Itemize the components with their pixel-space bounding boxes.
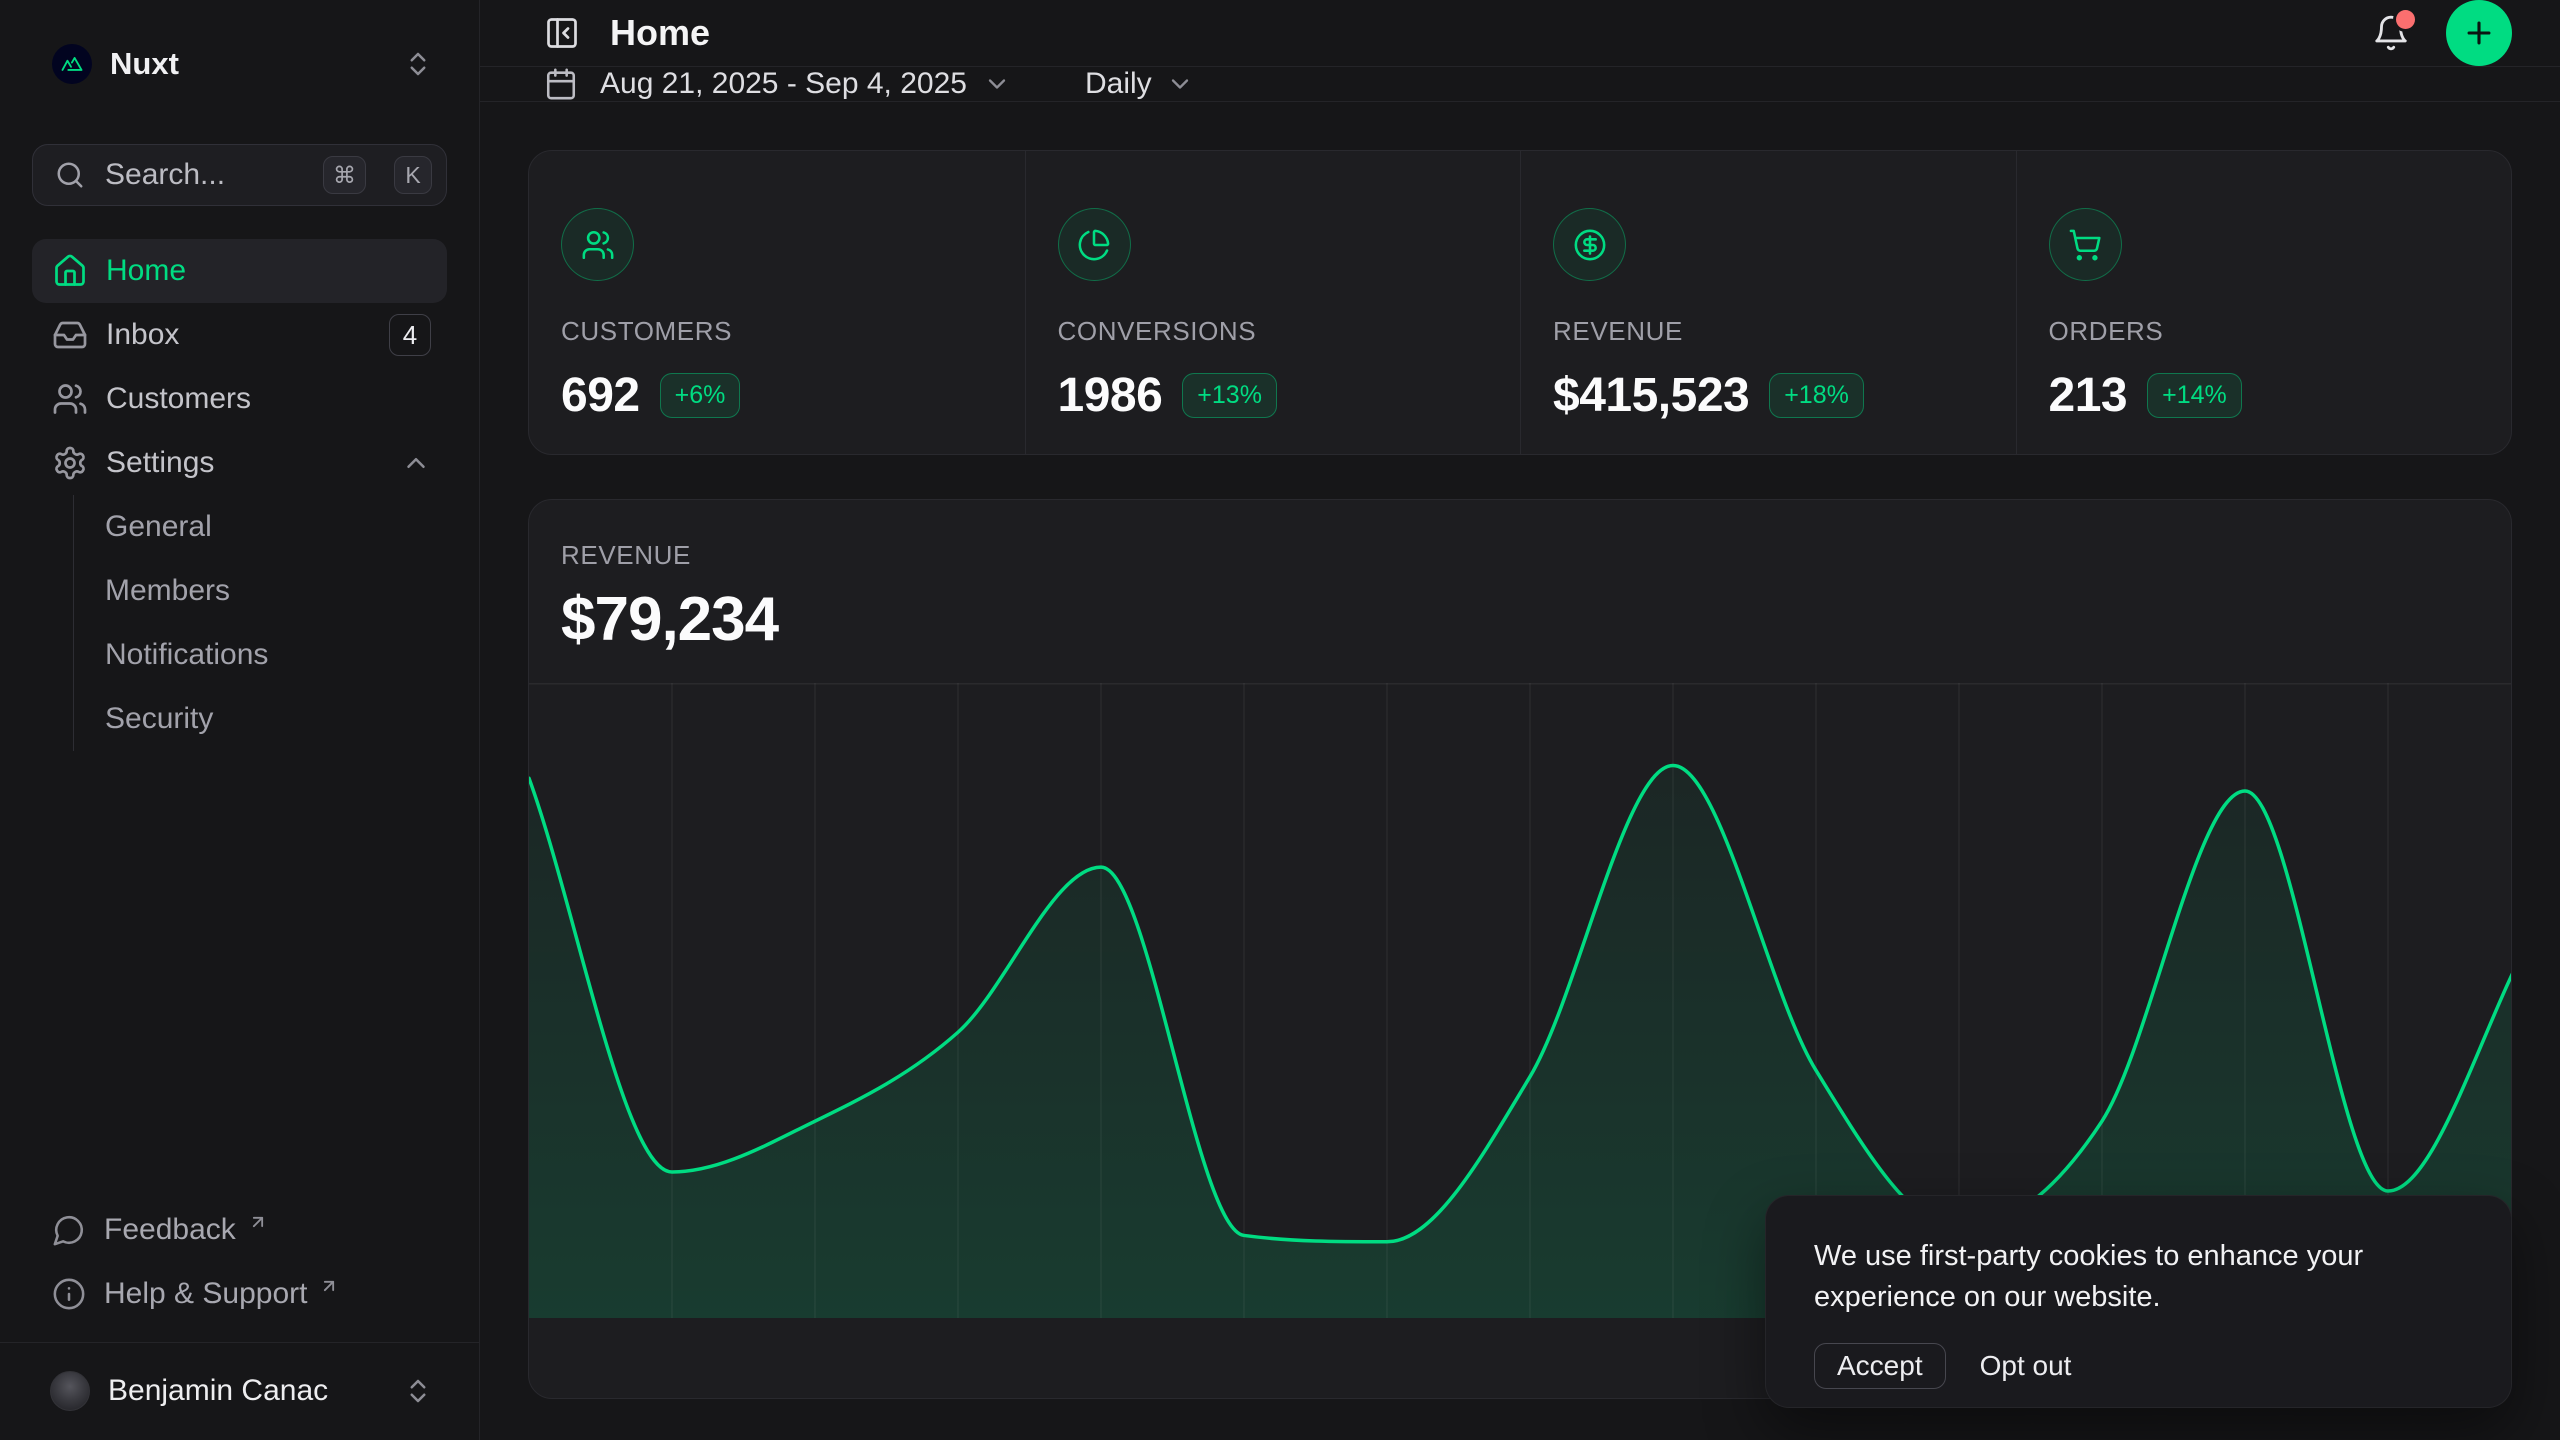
stat-label: REVENUE: [1553, 316, 1984, 347]
message-circle-icon: [52, 1213, 86, 1247]
users-icon: [561, 208, 634, 281]
gear-icon: [52, 445, 88, 481]
external-link-icon: [319, 1276, 339, 1296]
stat-value: 213: [2049, 368, 2128, 423]
sidebar-item-members[interactable]: Members: [74, 559, 447, 623]
sub-item-label: Notifications: [105, 638, 268, 672]
stat-customers: CUSTOMERS 692 +6%: [529, 151, 1025, 454]
info-circle-icon: [52, 1277, 86, 1311]
panel-collapse-icon[interactable]: [544, 15, 580, 51]
chevron-down-icon[interactable]: [983, 70, 1011, 98]
sidebar-item-home[interactable]: Home: [32, 239, 447, 303]
stat-orders: ORDERS 213 +14%: [2016, 151, 2512, 454]
stat-label: CONVERSIONS: [1058, 316, 1489, 347]
search-box[interactable]: ⌘ K: [32, 144, 447, 206]
granularity-select[interactable]: Daily: [1085, 67, 1152, 101]
stat-change-badge: +13%: [1182, 373, 1277, 418]
sidebar-divider: [0, 1342, 479, 1343]
sidebar-item-notifications[interactable]: Notifications: [74, 623, 447, 687]
cookie-message: We use first-party cookies to enhance yo…: [1814, 1236, 2464, 1318]
sidebar-item-customers[interactable]: Customers: [32, 367, 447, 431]
nuxt-logo-icon: [52, 44, 92, 84]
cookie-banner: We use first-party cookies to enhance yo…: [1765, 1195, 2512, 1408]
notifications-button[interactable]: [2372, 14, 2410, 52]
search-icon: [55, 160, 85, 190]
house-icon: [52, 253, 88, 289]
sidebar-item-inbox[interactable]: Inbox 4: [32, 303, 447, 367]
opt-out-button[interactable]: Opt out: [1980, 1350, 2072, 1382]
chevron-up-icon: [401, 448, 431, 478]
sidebar-item-settings[interactable]: Settings: [32, 431, 447, 495]
avatar: [50, 1371, 90, 1411]
stat-change-badge: +14%: [2147, 373, 2242, 418]
workspace-name: Nuxt: [110, 46, 179, 82]
chevron-down-icon[interactable]: [1166, 70, 1194, 98]
stat-value: $415,523: [1553, 368, 1749, 423]
stat-label: CUSTOMERS: [561, 316, 993, 347]
external-link-icon: [248, 1212, 268, 1232]
revenue-value: $79,234: [561, 584, 2479, 655]
page-title: Home: [610, 12, 710, 54]
sidebar-item-security[interactable]: Security: [74, 687, 447, 751]
stat-revenue: REVENUE $415,523 +18%: [1520, 151, 2016, 454]
help-support-link[interactable]: Help & Support: [32, 1262, 447, 1326]
date-range-picker[interactable]: Aug 21, 2025 - Sep 4, 2025: [600, 67, 967, 101]
help-support-label: Help & Support: [104, 1277, 307, 1311]
plus-icon: [2462, 16, 2496, 50]
sub-item-label: Members: [105, 574, 230, 608]
sidebar-item-general[interactable]: General: [74, 495, 447, 559]
chevrons-up-down-icon: [403, 49, 433, 79]
page-header: Home: [480, 0, 2560, 67]
kbd-cmd: ⌘: [323, 156, 366, 194]
sidebar-nav: Home Inbox 4 Customers: [32, 239, 447, 751]
workspace-switcher[interactable]: Nuxt: [32, 40, 447, 88]
notification-dot: [2396, 10, 2415, 29]
sub-item-label: Security: [105, 702, 213, 736]
sidebar-item-label: Customers: [106, 382, 251, 416]
user-menu[interactable]: Benjamin Canac: [32, 1359, 447, 1423]
user-name: Benjamin Canac: [108, 1374, 328, 1408]
stat-change-badge: +6%: [660, 373, 741, 418]
header-actions: [2372, 0, 2512, 66]
accept-button[interactable]: Accept: [1814, 1343, 1946, 1389]
cart-icon: [2049, 208, 2122, 281]
sidebar-item-label: Settings: [106, 446, 214, 480]
filters-toolbar: Aug 21, 2025 - Sep 4, 2025 Daily: [480, 67, 2560, 102]
kbd-k: K: [394, 156, 432, 194]
inbox-icon: [52, 317, 88, 353]
users-icon: [52, 381, 88, 417]
stat-conversions: CONVERSIONS 1986 +13%: [1025, 151, 1521, 454]
chevrons-up-down-icon: [403, 1376, 433, 1406]
sidebar-item-label: Inbox: [106, 318, 179, 352]
stat-value: 1986: [1058, 368, 1163, 423]
feedback-label: Feedback: [104, 1213, 236, 1247]
search-input[interactable]: [105, 158, 303, 192]
add-button[interactable]: [2446, 0, 2512, 66]
inbox-count-badge: 4: [389, 314, 431, 356]
revenue-label: REVENUE: [561, 540, 2479, 571]
feedback-link[interactable]: Feedback: [32, 1198, 447, 1262]
stat-label: ORDERS: [2049, 316, 2480, 347]
settings-subnav: General Members Notifications Security: [73, 495, 447, 751]
sidebar: Nuxt ⌘ K Home: [0, 0, 480, 1440]
stat-value: 692: [561, 368, 640, 423]
pie-chart-icon: [1058, 208, 1131, 281]
sub-item-label: General: [105, 510, 212, 544]
stat-change-badge: +18%: [1769, 373, 1864, 418]
sidebar-item-label: Home: [106, 254, 186, 288]
sidebar-spacer: [32, 751, 447, 1198]
calendar-icon: [544, 67, 578, 101]
dollar-circle-icon: [1553, 208, 1626, 281]
stats-card: CUSTOMERS 692 +6% CONVERSIONS 1986 +13%: [528, 150, 2512, 455]
